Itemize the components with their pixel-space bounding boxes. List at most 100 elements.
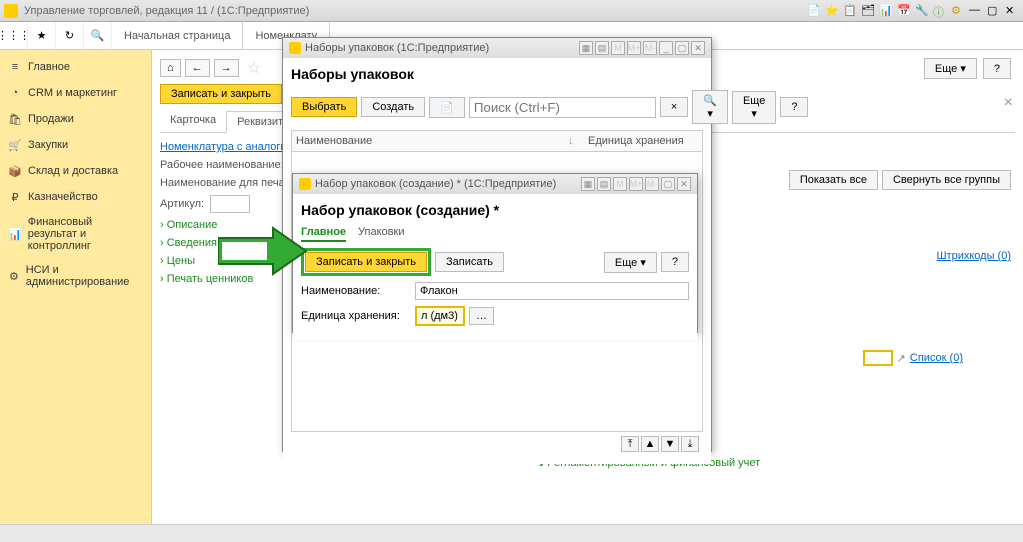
tb-icon[interactable]: ⭐ [825,4,839,18]
tb-icon[interactable]: ⓘ [933,4,947,18]
name-input[interactable] [415,282,689,300]
more-button[interactable]: Еще ▾ [604,252,657,273]
sidebar-item-treasury[interactable]: ₽Казначейство [0,184,151,210]
link-priceprint[interactable]: Печать ценников [160,273,253,285]
back-button[interactable]: ← [185,59,210,77]
sidebar-item-admin[interactable]: ⚙НСИ и администрирование [0,258,151,294]
article-input[interactable] [210,195,250,213]
col-unit[interactable]: Единица хранения [588,135,698,147]
sidebar-item-main[interactable]: ≡Главное [0,54,151,80]
link-list[interactable]: Список (0) [910,352,963,364]
print-name-label: Наименование для печати [160,177,296,189]
m-icon[interactable]: M- [645,177,659,191]
col-name[interactable]: Наименование [296,135,568,147]
create-button[interactable]: Создать [361,97,425,117]
m-icon[interactable]: ▦ [579,41,593,55]
m-icon[interactable]: M+ [627,41,641,55]
copy-button[interactable]: 📄 [429,97,465,118]
sidebar-label: Казначейство [28,191,98,203]
modal2-title: Набор упаковок (создание) * [301,202,689,218]
save-button[interactable]: Записать [435,252,504,272]
tab-main[interactable]: Главное [301,226,346,242]
name-label: Наименование: [301,285,411,297]
tab-card[interactable]: Карточка [160,110,226,132]
modal2-close-icon[interactable]: ✕ [677,177,691,191]
tb-icon[interactable]: 📄 [807,4,821,18]
select-button[interactable]: Выбрать [291,97,357,117]
sidebar-item-stock[interactable]: 📦 Склад и доставка [0,158,151,184]
modal2-max-icon[interactable]: ▢ [661,177,675,191]
box-icon: 📦 [8,164,22,178]
sidebar-item-buy[interactable]: 🛒Закупки [0,132,151,158]
apps-icon[interactable]: ⋮⋮⋮ [0,22,28,50]
close-icon[interactable]: × [1004,94,1013,112]
tb-icon[interactable]: 🗂 [861,4,875,18]
m-icon[interactable]: M [611,41,625,55]
more-label: Еще [615,257,637,269]
modal1-titlebar[interactable]: Наборы упаковок (1С:Предприятие) ▦ ▤ M M… [283,38,711,58]
minimize-icon[interactable]: — [969,4,983,18]
gear-icon: ⚙ [8,269,20,283]
help-button[interactable]: ? [661,252,689,272]
tb-icon[interactable]: ⚙ [951,4,965,18]
more-button[interactable]: Еще ▾ [732,91,776,124]
save-close-button[interactable]: Записать и закрыть [160,84,282,104]
link-box[interactable] [863,350,893,366]
nav-down-icon[interactable]: ▼ [661,436,679,452]
m-icon[interactable]: M- [643,41,657,55]
sidebar-label: Финансовый результат и контроллинг [28,216,143,252]
search-icon[interactable]: 🔍 [84,22,112,50]
link-ext-icon[interactable]: ↗ [897,352,906,365]
tb-icon[interactable]: 🔧 [915,4,929,18]
modal1-max-icon[interactable]: ▢ [675,41,689,55]
link-barcodes[interactable]: Штрихкоды (0) [936,250,1011,262]
tb-icon[interactable]: 📅 [897,4,911,18]
search-button[interactable]: 🔍▾ [692,90,728,124]
close-icon[interactable]: ✕ [1005,4,1019,18]
link-about[interactable]: Сведения о прои [160,237,254,249]
link-prices[interactable]: Цены [160,255,195,267]
star-icon[interactable]: ★ [28,22,56,50]
table-header: Наименование ↓ Единица хранения [291,130,703,152]
sort-icon[interactable]: ↓ [568,135,588,147]
unit-select-button[interactable]: … [469,307,494,325]
unit-input[interactable] [415,306,465,326]
history-icon[interactable]: ↻ [56,22,84,50]
home-button[interactable]: ⌂ [160,59,181,77]
tab-home[interactable]: Начальная страница [112,22,243,50]
sidebar-item-finance[interactable]: 📊 Финансовый результат и контроллинг [0,210,151,258]
m-icon[interactable]: ▤ [597,177,611,191]
nav-last-icon[interactable]: ⤓ [681,436,699,452]
tab-packages[interactable]: Упаковки [358,226,404,242]
m-icon[interactable]: M [613,177,627,191]
forward-button[interactable]: → [214,59,239,77]
tb-icon[interactable]: 📋 [843,4,857,18]
save-close-button[interactable]: Записать и закрыть [305,252,427,272]
clear-search-button[interactable]: × [660,97,688,117]
maximize-icon[interactable]: ▢ [987,4,1001,18]
chart-icon: 📊 [8,227,22,241]
help-button[interactable]: ? [983,58,1011,79]
tb-icon[interactable]: 📊 [879,4,893,18]
collapse-button[interactable]: Свернуть все группы [882,170,1011,190]
help-button[interactable]: ? [780,97,808,117]
m-icon[interactable]: ▤ [595,41,609,55]
sidebar-item-sales[interactable]: 🛍Продажи [0,106,151,132]
show-all-button[interactable]: Показать все [789,170,878,190]
more-button[interactable]: Еще ▾ [924,58,977,79]
sidebar-label: Склад и доставка [28,165,118,177]
search-input[interactable] [469,97,656,118]
m-icon[interactable]: M+ [629,177,643,191]
nav-first-icon[interactable]: ⤒ [621,436,639,452]
link-analog[interactable]: Номенклатура с аналоги [160,141,287,153]
modal1-min-icon[interactable]: _ [659,41,673,55]
fav-icon[interactable]: ☆ [247,58,261,78]
m-icon[interactable]: ▦ [581,177,595,191]
work-name-label: Рабочее наименование: [160,159,284,171]
titlebar-icons: 📄 ⭐ 📋 🗂 📊 📅 🔧 ⓘ ⚙ — ▢ ✕ [807,4,1019,18]
modal1-close-icon[interactable]: ✕ [691,41,705,55]
nav-up-icon[interactable]: ▲ [641,436,659,452]
sidebar-item-crm[interactable]: ◔CRM и маркетинг [0,80,151,106]
link-desc[interactable]: Описание [160,219,217,231]
modal2-titlebar[interactable]: Набор упаковок (создание) * (1С:Предприя… [293,174,697,194]
